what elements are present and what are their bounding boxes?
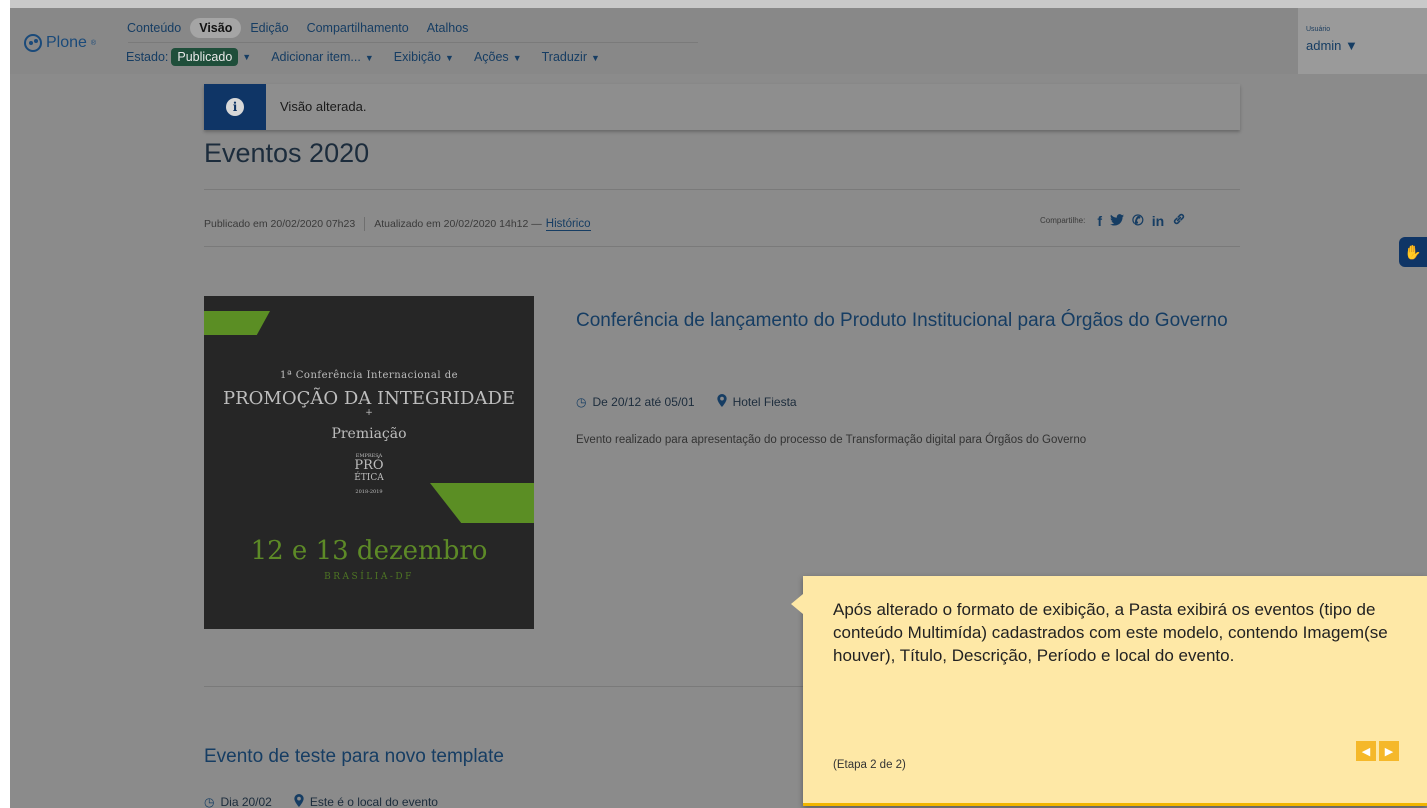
share-label: Compartilhe:: [1040, 216, 1086, 225]
tour-tooltip: Após alterado o formato de exibição, a P…: [791, 576, 1427, 806]
event-description: Evento realizado para apresentação do pr…: [576, 434, 1087, 446]
image-text: BRASÍLIA-DF: [324, 572, 414, 582]
actions-label: Ações: [473, 50, 509, 64]
tour-step: (Etapa 2 de 2): [833, 759, 906, 771]
event-info: ◷ De 20/12 até 05/01 Hotel Fiesta: [576, 394, 797, 410]
image-text: ÉTICA: [354, 473, 384, 483]
divider: [204, 246, 1240, 247]
image-text: +: [365, 408, 373, 418]
user-menu[interactable]: Usuário admin ▼: [1298, 8, 1427, 74]
plone-logo-reg: ®: [90, 39, 97, 47]
byline-separator: [364, 217, 366, 231]
tab-compartilhamento[interactable]: Compartilhamento: [298, 18, 418, 38]
accessibility-hand-icon[interactable]: ✋: [1399, 237, 1427, 267]
chevron-down-icon: ▼: [445, 53, 454, 63]
state-label: Estado:: [126, 50, 169, 64]
arrow-left-icon[interactable]: ◀: [1356, 741, 1376, 761]
tab-visao[interactable]: Visão: [190, 18, 242, 38]
plone-toolbar: Plone ® Conteúdo Visão Edição Compartilha…: [10, 8, 1427, 74]
left-edge: [0, 0, 10, 808]
event-title-link[interactable]: Evento de teste para novo template: [204, 746, 504, 768]
facebook-icon[interactable]: f: [1097, 213, 1102, 229]
translate-menu[interactable]: Traduzir ▼: [542, 50, 600, 64]
event-period: Dia 20/02: [220, 795, 272, 808]
tab-atalhos[interactable]: Atalhos: [418, 18, 478, 38]
event-location: Este é o local do evento: [309, 795, 438, 808]
document-byline: Publicado em 20/02/2020 07h23 Atualizado…: [204, 217, 591, 231]
chevron-down-icon: ▼: [591, 53, 600, 63]
linkedin-icon[interactable]: in: [1152, 213, 1164, 229]
toolbar-divider: [128, 42, 698, 43]
add-item-menu[interactable]: Adicionar item... ▼: [271, 50, 374, 64]
plone-logo[interactable]: Plone ®: [24, 34, 96, 52]
chevron-down-icon: ▼: [364, 53, 374, 63]
tour-nav: ◀ ▶: [1356, 741, 1399, 761]
divider: [204, 189, 1240, 190]
display-label: Exibição: [393, 50, 442, 64]
add-item-label: Adicionar item...: [271, 50, 361, 64]
event-info: ◷ Dia 20/02 Este é o local do evento: [204, 794, 438, 808]
tab-edicao[interactable]: Edição: [241, 18, 297, 38]
status-message: i Visão alterada.: [204, 84, 1240, 130]
translate-label: Traduzir: [541, 50, 587, 64]
user-name: admin ▼: [1306, 38, 1358, 53]
state-chevron-icon[interactable]: ▼: [242, 52, 251, 62]
image-text: Premiação: [331, 426, 407, 442]
map-pin-icon: [716, 394, 727, 410]
plone-logo-text: Plone: [46, 34, 87, 51]
clock-icon: ◷: [576, 395, 587, 409]
state-badge[interactable]: Publicado: [171, 48, 239, 66]
whatsapp-icon[interactable]: ✆: [1132, 212, 1144, 229]
event-title-link[interactable]: Conferência de lançamento do Produto Ins…: [576, 304, 1246, 338]
chevron-down-icon: ▼: [512, 53, 522, 63]
arrow-right-icon[interactable]: ▶: [1379, 741, 1399, 761]
plone-logo-icon: [24, 34, 42, 52]
image-text: 12 e 13 dezembro: [250, 536, 488, 566]
image-text: PROMOÇÃO DA INTEGRIDADE: [222, 388, 516, 409]
published-date: Publicado em 20/02/2020 07h23: [204, 218, 356, 230]
twitter-icon[interactable]: [1110, 213, 1125, 229]
link-icon[interactable]: [1172, 212, 1186, 229]
image-text: 1ª Conferência Internacional de: [279, 370, 459, 381]
share-bar: Compartilhe: f ✆ in: [1040, 212, 1186, 229]
alert-icon-box: i: [204, 84, 266, 130]
toolbar-actions: Estado: Publicado ▼ Adicionar item... ▼ E…: [126, 48, 600, 66]
image-band-top: [204, 311, 270, 335]
map-pin-icon: [294, 794, 304, 808]
clock-icon: ◷: [204, 795, 215, 808]
tour-text: Após alterado o formato de exibição, a P…: [833, 600, 1388, 665]
tab-conteudo[interactable]: Conteúdo: [118, 18, 190, 38]
updated-date: Atualizado em 20/02/2020 14h12 —: [374, 218, 542, 230]
image-text: 2018-2019: [355, 489, 383, 495]
actions-menu[interactable]: Ações ▼: [474, 50, 522, 64]
event-period: De 20/12 até 05/01: [592, 395, 695, 409]
image-text: PRÓ: [354, 458, 384, 473]
info-icon: i: [226, 98, 244, 116]
toolbar-tabs: Conteúdo Visão Edição Compartilhamento A…: [118, 18, 477, 38]
history-link[interactable]: Histórico: [545, 218, 591, 231]
page-title: Eventos 2020: [204, 138, 370, 168]
page: Plone ® Conteúdo Visão Edição Compartilha…: [10, 8, 1427, 808]
alert-message: Visão alterada.: [280, 99, 367, 114]
user-label: Usuário: [1306, 26, 1331, 33]
event-location: Hotel Fiesta: [732, 395, 797, 409]
display-menu[interactable]: Exibição ▼: [394, 50, 454, 64]
event-image[interactable]: 1ª Conferência Internacional de PROMOÇÃO…: [204, 296, 534, 629]
